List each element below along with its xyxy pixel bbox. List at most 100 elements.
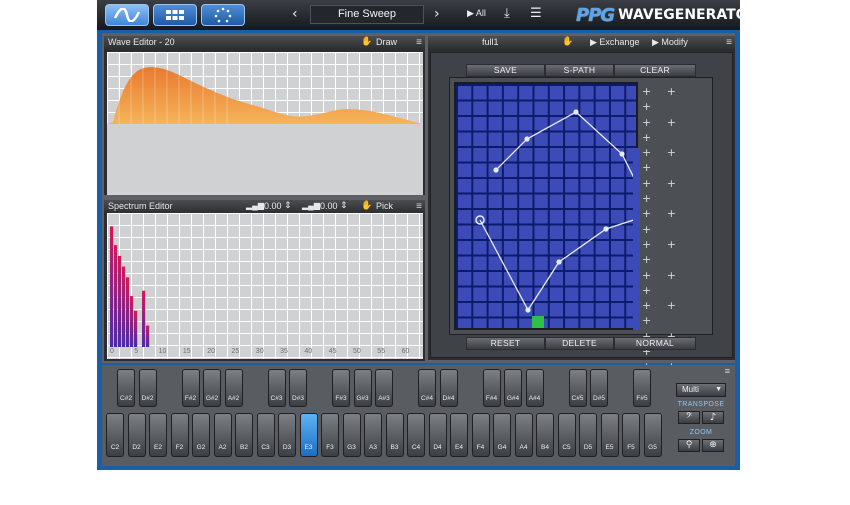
path-view-button[interactable] (201, 4, 245, 26)
black-key-d-sharp3[interactable]: D#3 (289, 369, 307, 407)
wavetable-name[interactable]: full1 (482, 37, 499, 47)
modify-button[interactable]: ▶ Modify (652, 37, 688, 48)
white-key-b4[interactable]: B4 (536, 413, 554, 457)
spectrum-value-2[interactable]: 0.00 (320, 201, 338, 211)
zoom-out-icon[interactable]: ⚲ (678, 439, 700, 452)
black-key-f-sharp5[interactable]: F#5 (633, 369, 651, 407)
white-key-e3[interactable]: E3 (299, 413, 318, 457)
black-key-c-sharp5[interactable]: C#5 (568, 369, 587, 407)
white-key-b3[interactable]: B3 (385, 413, 404, 457)
harmonic-bar[interactable] (118, 255, 122, 347)
white-key-d3[interactable]: D3 (278, 413, 296, 457)
save-download-icon[interactable]: ⤓ (504, 6, 510, 21)
exchange-button[interactable]: ▶ Exchange (590, 37, 639, 48)
white-key-e2[interactable]: E2 (149, 413, 167, 457)
harmonic-bar[interactable] (134, 310, 138, 347)
white-key-c3[interactable]: C3 (256, 413, 275, 457)
harmonic-bar[interactable] (146, 325, 150, 347)
spectrum-tick-label: 10 (158, 348, 167, 355)
white-key-a2[interactable]: A2 (213, 413, 232, 457)
stepper-1-icon[interactable]: ⇕ (284, 201, 292, 211)
black-key-a-sharp3[interactable]: A#3 (375, 369, 393, 407)
delete-button[interactable]: DELETE (545, 337, 614, 350)
white-key-f2[interactable]: F2 (170, 413, 189, 457)
wave-editor-canvas[interactable] (107, 52, 423, 195)
white-key-g4[interactable]: G4 (493, 413, 511, 457)
all-presets-button[interactable]: ▶ All (467, 8, 486, 19)
previous-preset-arrow-icon[interactable]: ‹ (292, 6, 298, 22)
white-key-a3[interactable]: A3 (364, 413, 382, 457)
white-key-c4[interactable]: C4 (407, 413, 425, 457)
white-key-f3[interactable]: F3 (321, 413, 339, 457)
white-key-e5[interactable]: E5 (600, 413, 619, 457)
harmonic-bar[interactable] (110, 226, 114, 347)
black-key-f-sharp2[interactable]: F#2 (181, 369, 200, 407)
black-key-c-sharp2[interactable]: C#2 (117, 369, 135, 407)
transpose-down-button[interactable]: 𝄢 (678, 411, 700, 424)
clear-button[interactable]: CLEAR (614, 64, 696, 77)
mode-select[interactable]: Multi ▼ (676, 383, 726, 397)
save-button[interactable]: SAVE (466, 64, 545, 77)
white-key-d5[interactable]: D5 (579, 413, 597, 457)
spectrum-editor-menu-icon[interactable]: ≡ (416, 201, 422, 212)
transpose-up-button[interactable]: ♪ (702, 411, 724, 424)
wave-view-button[interactable] (105, 4, 149, 26)
spectrum-editor-title: Spectrum Editor (108, 201, 173, 211)
black-key-c-sharp4[interactable]: C#4 (418, 369, 436, 407)
black-key-g-sharp4[interactable]: G#4 (504, 369, 522, 407)
next-preset-arrow-icon[interactable]: › (434, 6, 440, 22)
black-key-d-sharp2[interactable]: D#2 (138, 369, 157, 407)
harmonic-bar[interactable] (114, 245, 118, 347)
black-key-a-sharp2[interactable]: A#2 (224, 369, 243, 407)
menu-icon[interactable]: ☰ (530, 6, 542, 21)
white-key-b2[interactable]: B2 (235, 413, 253, 457)
harmonic-bar[interactable] (130, 296, 134, 347)
stepper-2-icon[interactable]: ⇕ (340, 201, 348, 211)
wave-editor-menu-icon[interactable]: ≡ (416, 37, 422, 48)
white-key-e4[interactable]: E4 (450, 413, 468, 457)
black-key-g-sharp3[interactable]: G#3 (353, 369, 372, 407)
white-key-d4[interactable]: D4 (428, 413, 447, 457)
black-key-g-sharp2[interactable]: G#2 (203, 369, 221, 407)
white-key-c2[interactable]: C2 (106, 413, 124, 457)
spectrum-canvas[interactable]: 0 5 10 15 20 25 30 35 40 45 50 55 60 (107, 213, 423, 359)
wavetable-grid[interactable] (454, 82, 640, 330)
harmonic-bar[interactable] (126, 277, 130, 347)
white-key-f5[interactable]: F5 (622, 413, 640, 457)
draw-mode-button[interactable]: Draw (376, 37, 397, 47)
spectrum-value-1[interactable]: 0.00 (264, 201, 282, 211)
zoom-in-icon[interactable]: ⊕ (702, 439, 724, 452)
white-key-g5[interactable]: G5 (643, 413, 662, 457)
dots-icon (214, 7, 232, 23)
white-key-g2[interactable]: G2 (192, 413, 210, 457)
wavetable-menu-icon[interactable]: ≡ (726, 37, 732, 48)
keyboard-menu-icon[interactable]: ≡ (725, 366, 730, 376)
spectrum-tick-label: 30 (255, 348, 264, 355)
white-key-f4[interactable]: F4 (471, 413, 490, 457)
white-key-d2[interactable]: D2 (127, 413, 146, 457)
white-key-c5[interactable]: C5 (557, 413, 576, 457)
black-key-f-sharp3[interactable]: F#3 (332, 369, 350, 407)
white-key-a4[interactable]: A4 (514, 413, 533, 457)
keyboard-controls: ≡ Multi ▼ TRANSPOSE 𝄢 ♪ ZOOM ⚲ ⊕ (672, 366, 730, 461)
black-key-a-sharp4[interactable]: A#4 (525, 369, 544, 407)
reset-button[interactable]: RESET (466, 337, 545, 350)
preset-name-display[interactable]: Fine Sweep (310, 5, 424, 24)
harmonic-bar[interactable] (122, 266, 126, 347)
white-key-g3[interactable]: G3 (342, 413, 361, 457)
hand-icon: ✋ (562, 37, 574, 47)
s-path-button[interactable]: S-PATH (545, 64, 614, 77)
normal-button[interactable]: NORMAL (614, 337, 696, 350)
black-key-d-sharp4[interactable]: D#4 (439, 369, 458, 407)
black-key-c-sharp3[interactable]: C#3 (267, 369, 286, 407)
ppg-logo: PPG WAVEGENERATOR (576, 4, 740, 26)
wave-editor-title: Wave Editor - 20 (108, 37, 175, 47)
scan-path (475, 109, 640, 313)
harmonic-bar[interactable] (142, 290, 146, 347)
black-key-f-sharp4[interactable]: F#4 (482, 369, 501, 407)
pick-mode-button[interactable]: Pick (376, 201, 393, 211)
black-key-d-sharp5[interactable]: D#5 (590, 369, 608, 407)
grid-view-button[interactable] (153, 4, 197, 26)
wavetable-panel: full1 ✋ ▶ Exchange ▶ Modify ≡ SAVE S-PAT… (428, 36, 735, 470)
wavetable-header: full1 ✋ ▶ Exchange ▶ Modify ≡ (428, 36, 735, 50)
